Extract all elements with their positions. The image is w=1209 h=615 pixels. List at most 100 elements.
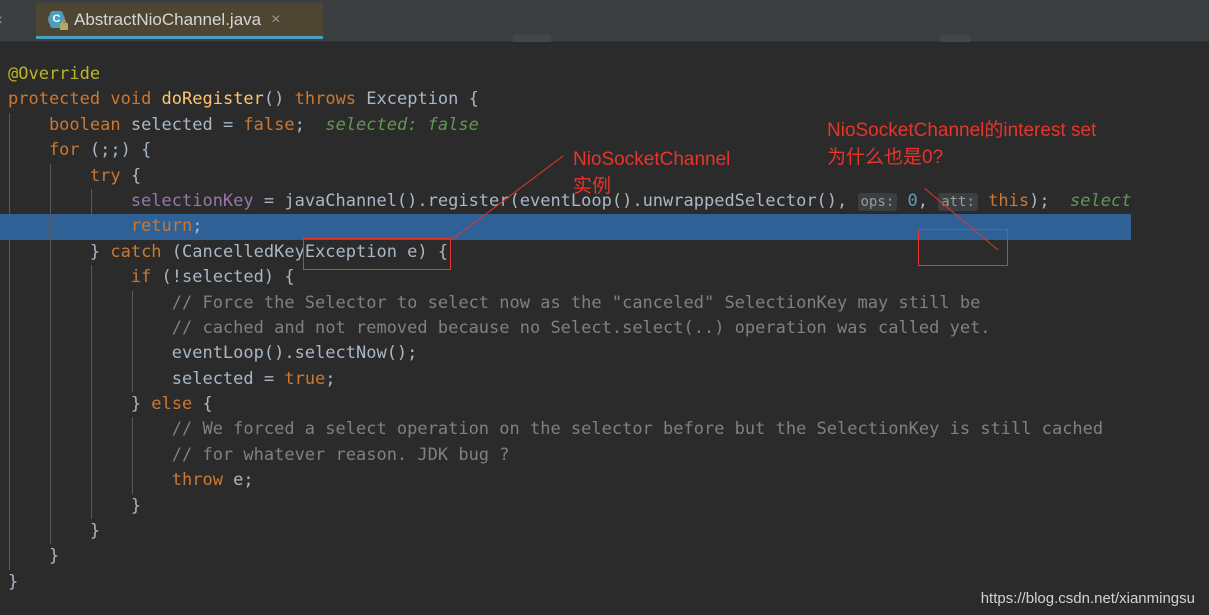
indent-guide — [131, 366, 133, 393]
line-selectionkey-register-token-3: 0 — [897, 190, 918, 211]
line-throw[interactable]: throw e; — [0, 468, 1131, 494]
annotation-note-interest: NioSocketChannel的interest set 为什么也是0? — [827, 120, 1097, 168]
indent-guide — [49, 417, 51, 443]
line-override[interactable]: @Override — [0, 62, 1131, 87]
indent-guide — [9, 239, 10, 266]
close-icon[interactable]: × — [271, 11, 280, 28]
indent-guide — [90, 417, 92, 443]
close-icon[interactable]: × — [0, 13, 3, 29]
indent-guide — [49, 315, 51, 342]
watermark-url: https://blog.csdn.net/xianmingsu — [980, 590, 1195, 607]
line-signature-token-4: throws — [294, 89, 367, 110]
line-signature-token-5: Exception { — [366, 89, 479, 110]
line-comment-weforced[interactable]: // We forced a select operation on the s… — [0, 417, 1131, 443]
line-else-token-1: else — [151, 394, 203, 415]
editor-tab-active-label: AbstractNioChannel.java — [74, 9, 262, 29]
indent-guide — [49, 366, 51, 393]
indent-guide — [90, 468, 92, 494]
indent-guide — [9, 392, 10, 418]
line-selectionkey-register-token-7: ); — [1029, 190, 1071, 211]
indent-guide — [131, 442, 133, 469]
indent-guide — [9, 519, 10, 545]
indent-guide — [9, 468, 10, 494]
line-if-selected[interactable]: if (!selected) { — [0, 265, 1131, 291]
indent-guide — [49, 265, 51, 291]
indent-guide — [9, 442, 10, 469]
indent-guide — [131, 315, 133, 342]
line-close-catch-token-0: } — [8, 521, 101, 542]
line-comment-force-token-0: // Force the Selector to select now as t… — [8, 292, 981, 313]
annotation-note-instance: NioSocketChannel实例 — [573, 149, 731, 197]
indent-guide — [131, 341, 133, 367]
line-close-method-token-0: } — [8, 571, 19, 592]
line-throw-token-1: e; — [233, 470, 254, 491]
line-selected-true[interactable]: selected = true; — [0, 366, 1131, 393]
indent-guide — [90, 290, 92, 316]
line-close-else[interactable]: } — [0, 493, 1131, 520]
line-selectionkey-register-token-5: att: — [938, 192, 978, 211]
indent-guide — [90, 366, 92, 393]
line-signature-token-0: protected — [8, 89, 111, 110]
java-class-locked-icon: C — [48, 10, 68, 30]
line-close-for-token-0: } — [8, 546, 60, 567]
line-selectionkey-register-token-6: this — [977, 190, 1030, 211]
indent-guide — [9, 112, 10, 139]
line-close-catch[interactable]: } — [0, 519, 1131, 545]
indent-guide — [9, 163, 10, 189]
line-comment-cached[interactable]: // cached and not removed because no Sel… — [0, 315, 1131, 342]
line-else-token-2: { — [202, 394, 213, 415]
line-selectionkey-register-token-8: select — [1070, 190, 1132, 211]
line-if-selected-token-0: if — [8, 267, 162, 288]
indent-guide — [90, 341, 92, 367]
line-return-token-0: return — [8, 216, 193, 237]
annotation-box-javachannel — [303, 238, 451, 270]
indent-guide — [49, 341, 51, 367]
code-editor-area[interactable]: @Override protected void doRegister() thr… — [0, 42, 1209, 615]
line-boolean-selected-token-2: false — [243, 114, 295, 135]
line-close-else-token-0: } — [8, 495, 142, 516]
line-try-token-1: { — [130, 165, 142, 186]
line-for-token-1: (;;) { — [89, 140, 152, 161]
indent-guide — [131, 468, 133, 494]
line-comment-force[interactable]: // Force the Selector to select now as t… — [0, 290, 1131, 316]
editor-tab-abstractniochannel[interactable]: C AbstractNioChannel.java × — [36, 3, 323, 39]
line-selected-true-token-2: ; — [325, 368, 336, 389]
line-boolean-selected-token-0: boolean — [8, 114, 131, 135]
line-selectionkey-register[interactable]: selectionKey = javaChannel().register(ev… — [0, 188, 1132, 215]
line-close-for[interactable]: } — [0, 544, 1131, 570]
indent-guide — [9, 315, 10, 342]
line-if-selected-token-1: (!selected) { — [161, 267, 295, 288]
indent-guide — [9, 544, 10, 570]
indent-guide — [131, 417, 133, 443]
line-selectionkey-register-token-2: ops: — [857, 192, 898, 211]
indent-guide — [90, 493, 92, 520]
indent-guide — [49, 188, 51, 215]
line-for-token-0: for — [8, 140, 90, 161]
line-selectnow[interactable]: eventLoop().selectNow(); — [0, 341, 1131, 367]
line-catch-token-1: catch — [110, 241, 172, 262]
line-signature[interactable]: protected void doRegister() throws Excep… — [0, 87, 1131, 112]
line-close-method[interactable]: } — [0, 570, 1131, 595]
line-selectnow-token-0: eventLoop().selectNow(); — [8, 343, 418, 364]
line-selected-true-token-1: true — [284, 368, 326, 389]
indent-guide — [9, 188, 10, 215]
indent-guide — [49, 468, 51, 494]
line-try-token-0: try — [8, 165, 131, 186]
indent-guide — [90, 188, 92, 215]
line-catch-token-0: } — [8, 241, 111, 262]
line-comment-cached-token-0: // cached and not removed because no Sel… — [8, 317, 991, 338]
editor-tab-bar: a × C AbstractNioChannel.java × — [0, 0, 1209, 42]
line-throw-token-0: throw — [8, 470, 234, 491]
editor-tab-partial[interactable]: a × — [0, 3, 38, 39]
indent-guide — [9, 290, 10, 316]
line-boolean-selected-token-1: selected = — [130, 114, 244, 135]
lock-icon — [60, 19, 68, 30]
indent-guide — [90, 315, 92, 342]
line-signature-token-1: void — [110, 89, 162, 110]
line-comment-jdkbug[interactable]: // for whatever reason. JDK bug ? — [0, 442, 1131, 469]
indent-guide — [9, 493, 10, 520]
indent-guide — [49, 493, 51, 520]
line-else-token-0: } — [8, 394, 152, 415]
line-selectionkey-register-token-1: = javaChannel().register(eventLoop().unw… — [263, 190, 858, 211]
line-else[interactable]: } else { — [0, 392, 1131, 418]
